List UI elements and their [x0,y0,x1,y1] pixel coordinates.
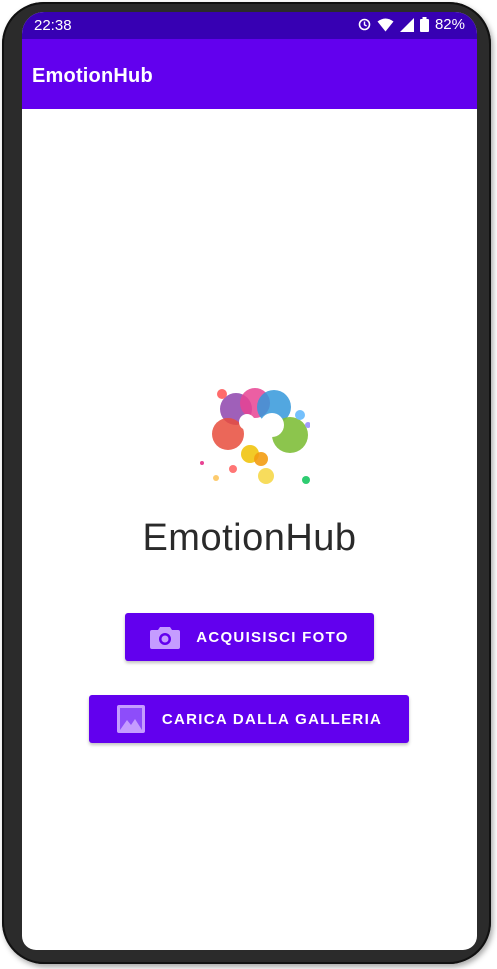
battery-percent: 82% [434,16,465,33]
signal-icon [399,17,414,32]
status-time: 22:38 [34,17,72,34]
main-title: EmotionHub [142,517,357,559]
app-bar: EmotionHub [22,39,477,109]
wifi-icon [377,18,394,32]
capture-photo-label: ACQUISISCI FOTO [196,628,349,646]
app-bar-title: EmotionHub [32,65,153,87]
image-icon [116,704,146,734]
battery-icon [419,17,429,32]
load-from-gallery-label: CARICA DALLA GALLERIA [161,710,383,728]
status-icons: 82% [358,16,465,33]
alarm-icon [358,18,371,31]
emotionhub-logo-icon [190,377,311,489]
capture-photo-button[interactable]: ACQUISISCI FOTO [125,613,374,661]
screen: 22:38 82% EmotionHub EmotionHub ACQUISIS… [22,12,477,950]
camera-icon [150,625,181,649]
phone-frame: 22:38 82% EmotionHub EmotionHub ACQUISIS… [2,2,491,964]
status-bar: 22:38 82% [22,12,477,39]
load-from-gallery-button[interactable]: CARICA DALLA GALLERIA [89,695,409,743]
